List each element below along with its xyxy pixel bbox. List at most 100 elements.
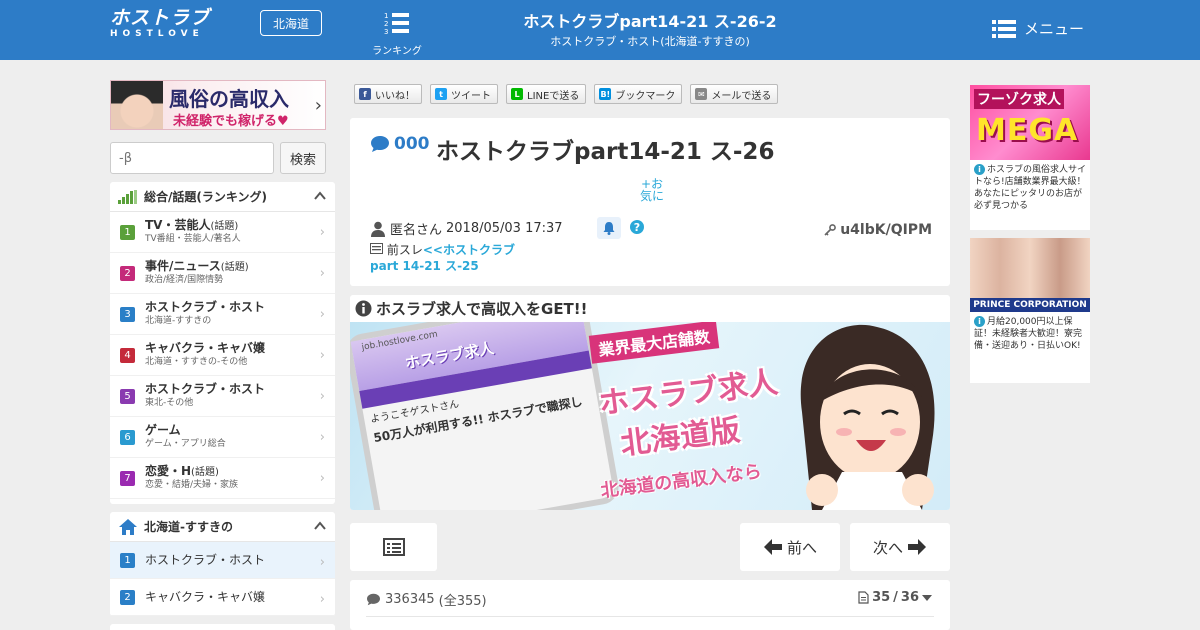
- rank-number: 2: [120, 265, 135, 281]
- thread-list-button[interactable]: [350, 523, 437, 571]
- ranking-label: ランキング: [372, 46, 422, 57]
- site-logo[interactable]: ホストラブ HOSTLOVE: [110, 8, 250, 40]
- right-ad-prince[interactable]: PRINCE CORPORATION i 月給20,000円以上保証！未経験者大歓…: [970, 238, 1090, 383]
- banner-line2: 未経験でも稼げる♥: [173, 114, 289, 129]
- ranking-item[interactable]: 1 TV・芸能人(話題) TV番組・芸能人/著名人 ›: [110, 212, 335, 253]
- post-user: 匿名さん: [390, 223, 443, 238]
- rank-title-text: ホストクラブ・ホスト: [145, 381, 266, 396]
- page-separator: /: [893, 590, 898, 605]
- chevron-up-icon[interactable]: [313, 189, 327, 206]
- svg-text:2: 2: [384, 20, 388, 28]
- area-number: 2: [120, 589, 135, 605]
- response-count: 336345 (全355): [366, 590, 487, 609]
- next-page-button[interactable]: 次へ: [850, 523, 950, 571]
- job-ad-card: ホスラブ求人で高収入をGET!! job.hostlove.com ホスラブ求人…: [350, 295, 950, 510]
- ranking-list: 1 TV・芸能人(話題) TV番組・芸能人/著名人 › 2 事件/ニュース(話題) 政治/経…: [110, 212, 335, 499]
- response-count-sub: (全355): [438, 594, 487, 609]
- home-icon: [118, 518, 138, 536]
- rank-title: ホストクラブ・ホスト: [145, 299, 266, 315]
- prev-page-label: 前へ: [786, 538, 817, 557]
- chevron-right-icon: ›: [319, 348, 325, 363]
- area-select-button[interactable]: 北海道: [260, 10, 322, 36]
- rank-number: 7: [120, 470, 135, 486]
- rank-subtitle: ゲーム・アプリ総合: [145, 438, 226, 449]
- logo-subtext: HOSTLOVE: [110, 29, 204, 39]
- logo-text: ホストラブ: [110, 7, 211, 29]
- area-item[interactable]: 2 キャバクラ・キャバ嬢 ›: [110, 579, 335, 616]
- ranking-button[interactable]: 1 2 3 ランキング: [372, 10, 422, 57]
- rank-subtitle: 東北-その他: [145, 397, 194, 408]
- job-ad-banner[interactable]: job.hostlove.com ホスラブ求人 ようこそゲストさん 50万人が利…: [350, 322, 950, 510]
- left-ad-banner[interactable]: 風俗の高収入 未経験でも稼げる♥ ›: [110, 80, 326, 130]
- area-panel: 北海道-すすきの 1 ホストクラブ・ホスト › 2 キャバクラ・キャバ嬢 ›: [110, 512, 335, 616]
- caret-down-icon: [922, 594, 932, 601]
- share-button[interactable]: t ツイート: [430, 84, 498, 104]
- share-bar: f いいね！ t ツイート L LINEで送る B! ブックマーク ✉ メールで送る: [354, 84, 779, 104]
- ranking-item[interactable]: 4 キャバクラ・キャバ嬢 北海道・すすきの-その他 ›: [110, 335, 335, 376]
- rank-title-text: ホストクラブ・ホスト: [145, 299, 266, 314]
- poster-id-value: u4lbK/QIPM: [840, 222, 932, 238]
- search-input[interactable]: [110, 142, 274, 174]
- page-current: 35: [872, 590, 891, 605]
- poster-id: u4lbK/QIPM: [824, 222, 932, 238]
- area-number: 1: [120, 552, 135, 568]
- share-button[interactable]: f いいね！: [354, 84, 422, 104]
- rank-text: キャバクラ・キャバ嬢 北海道・すすきの-その他: [145, 341, 265, 369]
- chevron-right-icon: ›: [319, 430, 325, 445]
- info-icon: i: [974, 164, 985, 175]
- menu-button[interactable]: メニュー: [992, 18, 1084, 39]
- chevron-up-icon[interactable]: [313, 519, 327, 536]
- rank-title: 恋愛・H(話題): [145, 464, 238, 479]
- arrow-left-icon: [763, 539, 782, 555]
- ranking-item[interactable]: 3 ホストクラブ・ホスト 北海道-すすきの ›: [110, 294, 335, 335]
- key-icon: [824, 224, 837, 236]
- right-ad-text: i 月給20,000円以上保証！未経験者大歓迎！寮完備・送迎あり・日払いOK!: [970, 312, 1090, 352]
- search-button[interactable]: 検索: [280, 142, 326, 174]
- area-title: キャバクラ・キャバ嬢: [145, 589, 266, 604]
- rank-number: 5: [120, 388, 135, 404]
- ranking-item[interactable]: 7 恋愛・H(話題) 恋愛・結婚/夫婦・家族 ›: [110, 458, 335, 499]
- area-text: キャバクラ・キャバ嬢: [145, 589, 266, 604]
- page-selector[interactable]: 35 / 36: [858, 590, 932, 605]
- share-button[interactable]: ✉ メールで送る: [690, 84, 779, 104]
- page-total: 36: [900, 590, 919, 605]
- menu-label: メニュー: [1024, 20, 1085, 38]
- rank-title: 事件/ニュース(話題): [145, 259, 249, 274]
- share-label: LINEで送る: [527, 90, 580, 102]
- share-icon: ✉: [695, 88, 708, 100]
- rank-number: 6: [120, 429, 135, 445]
- right-ad-mega[interactable]: フーゾク求人 MEGA i ホスラブの風俗求人サイトなら!店舗数業界最大級！あなた…: [970, 85, 1090, 230]
- share-button[interactable]: B! ブックマーク: [594, 84, 683, 104]
- rank-subtitle: 恋愛・結婚/夫婦・家族: [145, 479, 239, 490]
- bell-icon: [603, 222, 615, 235]
- right-ad-text: i ホスラブの風俗求人サイトなら!店舗数業界最大級！あなたにピッタリのお店が必ず見…: [970, 160, 1090, 212]
- job-ad-header: ホスラブ求人で高収入をGET!!: [355, 298, 587, 319]
- chevron-right-icon: ›: [319, 471, 325, 486]
- prev-page-button[interactable]: 前へ: [740, 523, 840, 571]
- document-icon: [858, 591, 869, 604]
- info-circle-icon: [355, 300, 372, 317]
- help-button[interactable]: ?: [629, 219, 645, 239]
- ranking-item[interactable]: 2 事件/ニュース(話題) 政治/経済/国際情勢 ›: [110, 253, 335, 294]
- chevron-right-icon: ›: [319, 555, 325, 570]
- prince-banner-label: PRINCE CORPORATION: [970, 298, 1090, 312]
- add-favorite-link[interactable]: +お 気に: [640, 178, 664, 202]
- ranking-item[interactable]: 5 ホストクラブ・ホスト 東北-その他 ›: [110, 376, 335, 417]
- prev-thread: 前スレ<<ホストクラブpart 14-21 ス-25: [370, 242, 540, 274]
- rank-text: ホストクラブ・ホスト 東北-その他: [145, 381, 266, 410]
- list-icon: [370, 243, 383, 254]
- area-item[interactable]: 1 ホストクラブ・ホスト ›: [110, 542, 335, 579]
- list-icon: [382, 538, 405, 556]
- rank-tag: (話題): [220, 261, 249, 273]
- share-icon: f: [359, 88, 371, 100]
- ranking-panel-header[interactable]: 総合/話題(ランキング): [110, 182, 335, 212]
- share-icon: L: [511, 88, 523, 100]
- rank-text: 恋愛・H(話題) 恋愛・結婚/夫婦・家族: [145, 464, 239, 492]
- rank-title: TV・芸能人(話題): [145, 218, 241, 233]
- notify-button[interactable]: [597, 217, 621, 239]
- area-panel-header[interactable]: 北海道-すすきの: [110, 512, 335, 542]
- share-button[interactable]: L LINEで送る: [506, 84, 587, 104]
- ranking-item[interactable]: 6 ゲーム ゲーム・アプリ総合 ›: [110, 417, 335, 458]
- thread-header-card: 000 ホストクラブpart14-21 ス-26 +お 気に 匿名さん 2018…: [350, 118, 950, 286]
- share-label: メールで送る: [711, 90, 772, 102]
